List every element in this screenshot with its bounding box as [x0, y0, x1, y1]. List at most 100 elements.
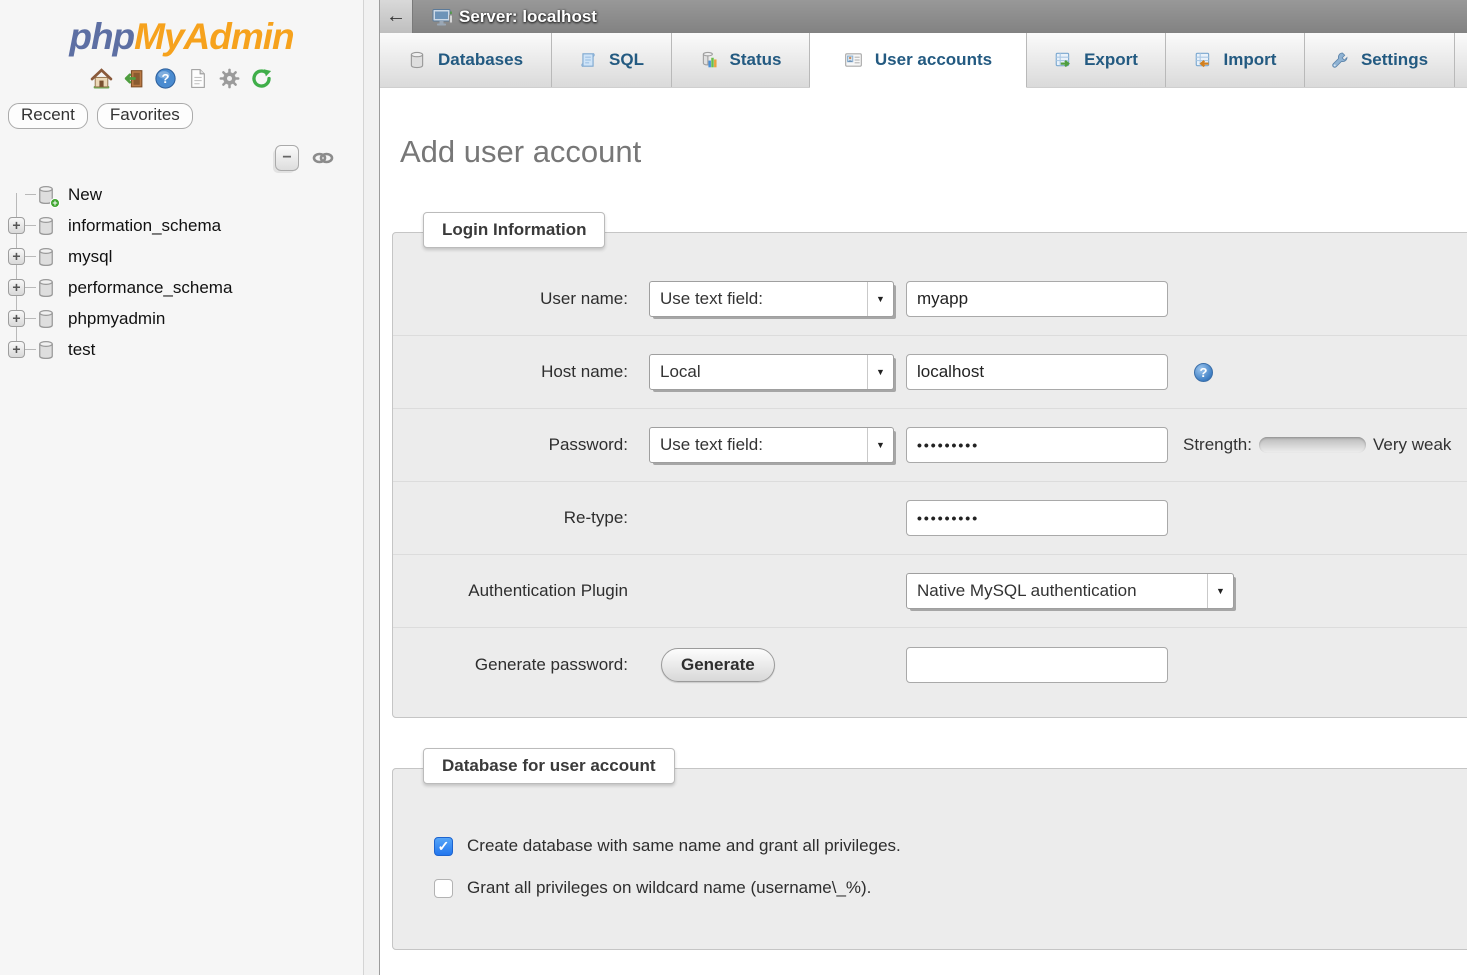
tab-export[interactable]: Export: [1027, 33, 1166, 87]
strength-meter: [1259, 437, 1366, 453]
import-icon: [1194, 51, 1212, 69]
expand-plus-icon[interactable]: [8, 217, 25, 234]
logout-icon[interactable]: [122, 66, 146, 90]
password-strength: Strength: Very weak: [1183, 435, 1451, 455]
favorites-button[interactable]: Favorites: [97, 103, 193, 129]
database-icon: [36, 278, 56, 298]
create-database-label: Create database with same name and grant…: [467, 836, 901, 856]
generate-button[interactable]: Generate: [661, 648, 775, 682]
tree-item-label: performance_schema: [68, 278, 232, 298]
auth-plugin-label: Authentication Plugin: [393, 581, 628, 601]
expand-plus-icon[interactable]: [8, 310, 25, 327]
tree-item-label: test: [68, 340, 95, 360]
database-for-user-fieldset: Database for user account Create databas…: [392, 768, 1467, 950]
tab-status[interactable]: Status: [672, 33, 810, 87]
select-value: Local: [650, 362, 867, 382]
tab-user-accounts[interactable]: User accounts: [810, 33, 1027, 88]
tab-overflow-stub: [1455, 33, 1467, 87]
expand-plus-icon[interactable]: [8, 279, 25, 296]
home-icon[interactable]: [90, 66, 114, 90]
tree-item-information-schema[interactable]: information_schema: [0, 210, 363, 241]
tree-item-label: mysql: [68, 247, 112, 267]
auth-plugin-row: Authentication Plugin Native MySQL authe…: [393, 555, 1467, 628]
username-type-select[interactable]: Use text field:: [649, 281, 894, 317]
grant-wildcard-checkbox-row: Grant all privileges on wildcard name (u…: [434, 873, 1467, 903]
tree-item-test[interactable]: test: [0, 334, 363, 365]
database-for-user-legend: Database for user account: [423, 748, 675, 784]
sql-icon: [579, 51, 597, 69]
status-icon: [700, 51, 718, 69]
password-row: Password: Use text field: Strength: Very…: [393, 409, 1467, 482]
help-icon[interactable]: ?: [154, 66, 178, 90]
phpmyadmin-logo[interactable]: phpMyAdmin: [0, 0, 363, 58]
server-breadcrumb: Server: localhost: [431, 6, 597, 28]
chevron-down-icon: [867, 355, 893, 389]
tree-controls: [0, 145, 363, 171]
username-row: User name: Use text field:: [393, 263, 1467, 336]
tab-sql[interactable]: SQL: [552, 33, 672, 87]
refresh-icon[interactable]: [250, 66, 274, 90]
create-database-checkbox-row: Create database with same name and grant…: [434, 831, 1467, 861]
tab-label: Import: [1224, 50, 1277, 70]
docs-icon[interactable]: [186, 66, 210, 90]
page-content: Add user account Login Information User …: [380, 88, 1467, 975]
strength-label: Strength:: [1183, 435, 1252, 455]
recent-button[interactable]: Recent: [8, 103, 88, 129]
tree-stub-line: [25, 318, 36, 319]
generated-password-input[interactable]: [906, 647, 1168, 683]
generate-password-label: Generate password:: [393, 655, 628, 675]
generate-password-row: Generate password: Generate: [393, 628, 1467, 701]
tree-stub-line: [25, 256, 36, 257]
select-value: Use text field:: [650, 435, 867, 455]
server-icon: [431, 6, 453, 28]
new-database-icon: +: [36, 185, 56, 205]
export-icon: [1054, 51, 1072, 69]
svg-text:?: ?: [162, 71, 170, 86]
retype-label: Re-type:: [393, 508, 628, 528]
tab-label: Databases: [438, 50, 523, 70]
tree-item-mysql[interactable]: mysql: [0, 241, 363, 272]
sidebar-scrollbar[interactable]: [363, 0, 380, 975]
password-type-select[interactable]: Use text field:: [649, 427, 894, 463]
sidebar: phpMyAdmin ? Recent Favorites: [0, 0, 363, 975]
tree-item-new[interactable]: + New: [0, 179, 363, 210]
tab-settings[interactable]: Settings: [1305, 33, 1455, 87]
logo-php: php: [69, 16, 134, 57]
link-icon[interactable]: [311, 148, 335, 168]
tab-import[interactable]: Import: [1166, 33, 1305, 87]
settings-icon[interactable]: [218, 66, 242, 90]
collapse-all-icon[interactable]: [275, 145, 299, 171]
tab-label: Export: [1084, 50, 1138, 70]
hostname-help-icon[interactable]: [1194, 363, 1213, 382]
hostname-input[interactable]: [906, 354, 1168, 390]
hostname-row: Host name: Local: [393, 336, 1467, 409]
tree-stub-line: [25, 225, 36, 226]
main-panel: ← Server: localhost Databases SQL: [380, 0, 1467, 975]
expand-plus-icon[interactable]: [8, 341, 25, 358]
username-input[interactable]: [906, 281, 1168, 317]
auth-plugin-select[interactable]: Native MySQL authentication: [906, 573, 1234, 609]
database-icon: [36, 309, 56, 329]
logo-myadmin: MyAdmin: [134, 16, 294, 57]
phpmyadmin-app: phpMyAdmin ? Recent Favorites: [0, 0, 1467, 975]
tree-item-phpmyadmin[interactable]: phpmyadmin: [0, 303, 363, 334]
server-breadcrumb-bar: ← Server: localhost: [380, 0, 1467, 33]
hostname-label: Host name:: [393, 362, 628, 382]
password-input[interactable]: [906, 427, 1168, 463]
wrench-icon: [1331, 51, 1349, 69]
grant-wildcard-checkbox[interactable]: [434, 879, 453, 898]
tree-stub-line: [25, 287, 36, 288]
back-button[interactable]: ←: [380, 0, 413, 33]
select-value: Native MySQL authentication: [907, 581, 1207, 601]
expand-plus-icon[interactable]: [8, 248, 25, 265]
login-information-legend: Login Information: [423, 212, 605, 248]
create-database-checkbox[interactable]: [434, 837, 453, 856]
retype-password-input[interactable]: [906, 500, 1168, 536]
hostname-type-select[interactable]: Local: [649, 354, 894, 390]
tab-label: SQL: [609, 50, 644, 70]
server-label[interactable]: Server: localhost: [459, 7, 597, 27]
grant-wildcard-label: Grant all privileges on wildcard name (u…: [467, 878, 871, 898]
tree-item-performance-schema[interactable]: performance_schema: [0, 272, 363, 303]
top-tabs: Databases SQL Status User accounts: [380, 33, 1467, 88]
tab-databases[interactable]: Databases: [380, 33, 552, 87]
